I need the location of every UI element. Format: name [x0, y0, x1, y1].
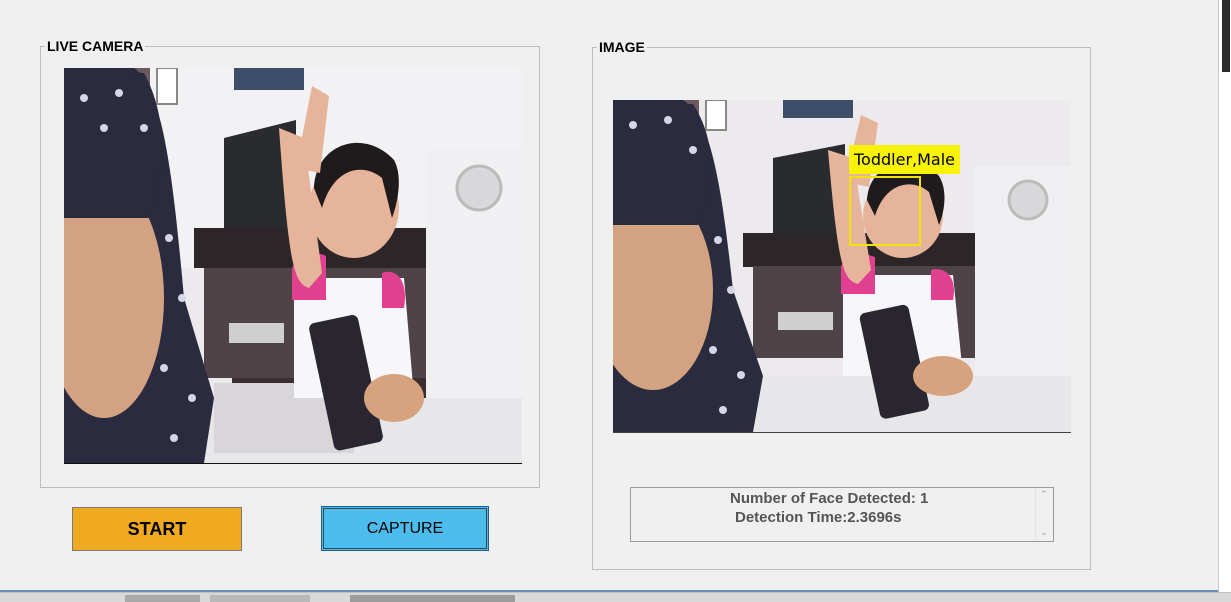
detection-time-text: Detection Time:2.3696s	[735, 509, 902, 526]
window-edge	[1218, 0, 1231, 601]
window-edge-dark	[1222, 0, 1230, 72]
live-camera-frame	[64, 68, 522, 463]
face-detection-label: Toddler,Male	[849, 145, 961, 174]
faces-detected-text: Number of Face Detected: 1	[730, 490, 929, 507]
scroll-up-icon[interactable]: ⌃	[1040, 489, 1048, 500]
detection-result-box[interactable]: Number of Face Detected: 1 Detection Tim…	[630, 487, 1054, 542]
captured-image-view: Toddler,Male	[613, 100, 1071, 433]
image-title: IMAGE	[599, 39, 645, 55]
capture-button[interactable]: CAPTURE	[321, 506, 489, 551]
captured-image-frame	[613, 100, 1071, 432]
result-scrollbar[interactable]: ⌃ ⌄	[1035, 488, 1053, 541]
face-bounding-box	[849, 176, 921, 246]
start-button[interactable]: START	[72, 507, 242, 551]
live-camera-view	[64, 68, 522, 464]
scroll-down-icon[interactable]: ⌄	[1040, 527, 1048, 538]
live-camera-title: LIVE CAMERA	[47, 38, 144, 54]
